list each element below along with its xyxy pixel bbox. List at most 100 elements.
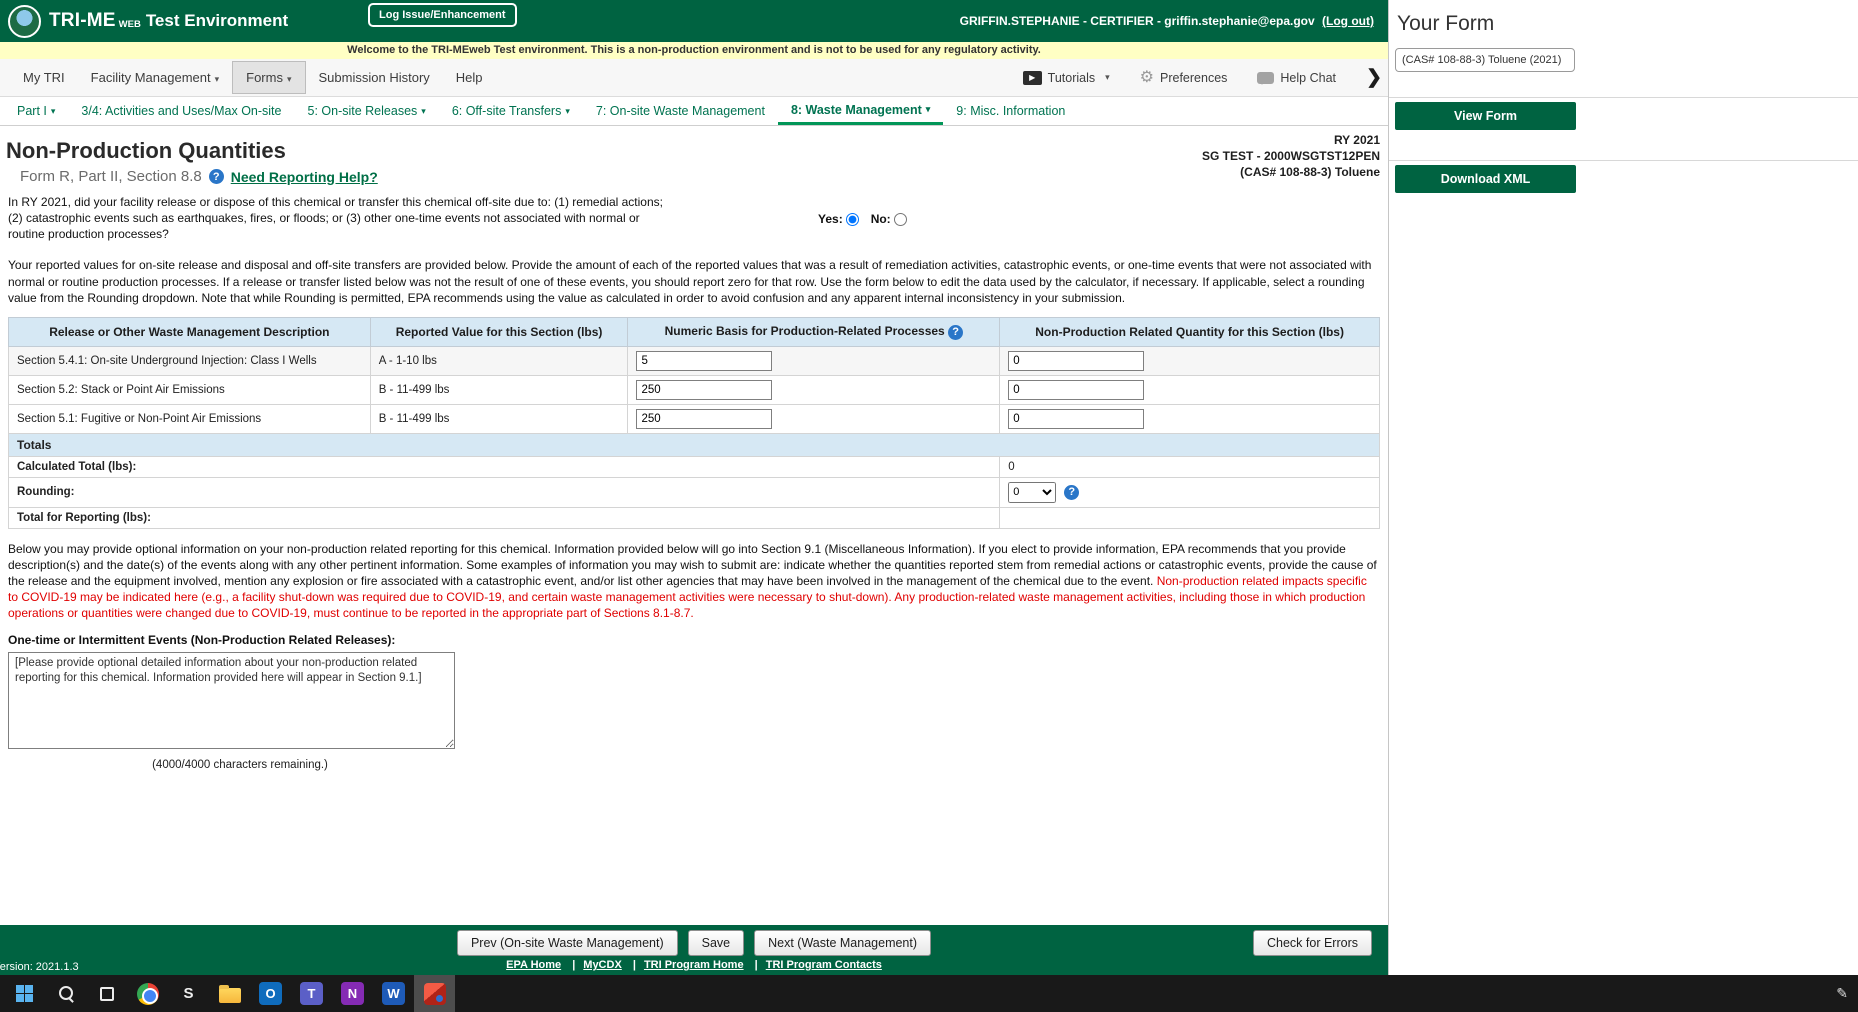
nav-forms[interactable]: Forms▾	[232, 61, 305, 94]
instructions-paragraph: Your reported values for on-site release…	[0, 242, 1388, 306]
total-for-reporting-row: Total for Reporting (lbs):	[9, 507, 1380, 528]
non-production-input[interactable]	[1008, 380, 1144, 400]
onenote-icon: N	[341, 982, 364, 1005]
pen-input-icon[interactable]: ✎	[1836, 985, 1848, 1002]
word-icon: W	[382, 982, 405, 1005]
yes-option: Yes:	[818, 196, 859, 242]
tab-part-1[interactable]: Part I▾	[4, 97, 68, 125]
footer-buttons: Prev (On-site Waste Management) Save Nex…	[0, 925, 1388, 956]
col-header-non-production: Non-Production Related Quantity for this…	[1000, 318, 1380, 347]
row-description: Section 5.2: Stack or Point Air Emission…	[9, 375, 371, 404]
chat-bubble-icon	[1257, 72, 1274, 84]
tab-onsite-releases[interactable]: 5: On-site Releases▾	[295, 97, 439, 125]
row-description: Section 5.1: Fugitive or Non-Point Air E…	[9, 404, 371, 433]
check-for-errors-button[interactable]: Check for Errors	[1253, 930, 1372, 956]
col-header-description: Release or Other Waste Management Descri…	[9, 318, 371, 347]
chrome-icon	[137, 983, 159, 1005]
nav-help[interactable]: Help	[443, 62, 496, 93]
caret-down-icon: ▾	[1105, 72, 1110, 83]
reporting-year: RY 2021	[1202, 132, 1380, 148]
table-row: Section 5.2: Stack or Point Air Emission…	[9, 375, 1380, 404]
active-app-icon	[424, 983, 446, 1005]
taskbar-onenote[interactable]: N	[332, 975, 373, 1012]
tutorials-icon: ▶	[1023, 71, 1042, 85]
page-title: Non-Production Quantities	[6, 138, 1378, 164]
form-select[interactable]: (CAS# 108-88-3) Toluene (2021)	[1395, 48, 1575, 72]
non-production-input[interactable]	[1008, 409, 1144, 429]
caret-down-icon: ▾	[215, 74, 220, 84]
prev-button[interactable]: Prev (On-site Waste Management)	[457, 930, 678, 956]
taskbar-file-explorer[interactable]	[209, 975, 250, 1012]
page-subtitle: Form R, Part II, Section 8.8	[20, 168, 202, 185]
total-for-reporting-value	[1000, 507, 1380, 528]
tab-waste-management[interactable]: 8: Waste Management▾	[778, 97, 943, 125]
tab-misc-information[interactable]: 9: Misc. Information	[943, 97, 1078, 125]
task-view-button[interactable]	[86, 975, 127, 1012]
user-info: GRIFFIN.STEPHANIE - CERTIFIER - griffin.…	[960, 14, 1374, 28]
help-icon[interactable]: ?	[209, 169, 224, 184]
menu-utilities: ▶ Tutorials▾ ⚙ Preferences Help Chat	[1023, 70, 1378, 86]
taskbar-teams[interactable]: T	[291, 975, 332, 1012]
view-form-section: View Form	[1389, 97, 1858, 130]
events-textarea[interactable]	[8, 652, 455, 749]
next-button[interactable]: Next (Waste Management)	[754, 930, 931, 956]
preferences-menu[interactable]: ⚙ Preferences	[1140, 70, 1228, 86]
tab-activities-uses[interactable]: 3/4: Activities and Uses/Max On-site	[68, 97, 294, 125]
non-production-input[interactable]	[1008, 351, 1144, 371]
one-time-events-question: In RY 2021, did your facility release or…	[0, 185, 1388, 242]
table-row: Section 5.1: Fugitive or Non-Point Air E…	[9, 404, 1380, 433]
log-issue-button[interactable]: Log Issue/Enhancement	[368, 3, 517, 27]
help-chat-menu[interactable]: Help Chat	[1257, 71, 1336, 85]
numeric-basis-input[interactable]	[636, 409, 772, 429]
main-content: TRI-ME WEB Test Environment Log Issue/En…	[0, 0, 1388, 975]
start-button[interactable]	[4, 975, 45, 1012]
taskbar-outlook[interactable]: O	[250, 975, 291, 1012]
page-head: Non-Production Quantities Form R, Part I…	[0, 126, 1388, 185]
calculated-total-value: 0	[1000, 456, 1380, 477]
tri-program-home-link[interactable]: TRI Program Home	[644, 959, 744, 971]
nav-my-tri[interactable]: My TRI	[10, 62, 78, 93]
taskbar-search[interactable]	[45, 975, 86, 1012]
chemical-id: (CAS# 108-88-3) Toluene	[1202, 164, 1380, 180]
outlook-icon: O	[259, 982, 282, 1005]
logout-link[interactable]: (Log out)	[1322, 14, 1374, 28]
epa-home-link[interactable]: EPA Home	[506, 959, 561, 971]
view-form-button[interactable]: View Form	[1395, 102, 1576, 130]
tri-program-contacts-link[interactable]: TRI Program Contacts	[766, 959, 882, 971]
help-icon[interactable]: ?	[948, 325, 963, 340]
help-icon[interactable]: ?	[1064, 485, 1079, 500]
collapse-panel-chevron-icon[interactable]: ❯	[1366, 66, 1382, 89]
need-reporting-help-link[interactable]: Need Reporting Help?	[231, 169, 378, 185]
optional-info-paragraph: Below you may provide optional informati…	[0, 529, 1388, 622]
table-header-row: Release or Other Waste Management Descri…	[9, 318, 1380, 347]
your-form-panel: Your Form (CAS# 108-88-3) Toluene (2021)…	[1388, 0, 1858, 975]
tutorials-menu[interactable]: ▶ Tutorials▾	[1023, 71, 1110, 85]
taskbar-s-app[interactable]: S	[168, 975, 209, 1012]
gear-icon: ⚙	[1140, 70, 1154, 86]
save-button[interactable]: Save	[688, 930, 745, 956]
no-radio[interactable]	[894, 213, 907, 226]
nav-facility-management[interactable]: Facility Management▾	[78, 62, 232, 93]
calculated-total-row: Calculated Total (lbs): 0	[9, 456, 1380, 477]
file-explorer-icon	[219, 988, 241, 1003]
epa-logo	[8, 5, 41, 38]
taskbar-chrome[interactable]	[127, 975, 168, 1012]
taskbar-active-app[interactable]	[414, 975, 455, 1012]
question-text: In RY 2021, did your facility release or…	[8, 195, 676, 242]
tab-offsite-transfers[interactable]: 6: Off-site Transfers▾	[439, 97, 583, 125]
caret-down-icon: ▾	[421, 106, 426, 117]
row-reported-value: A - 1-10 lbs	[370, 346, 628, 375]
download-xml-button[interactable]: Download XML	[1395, 165, 1576, 193]
nav-submission-history[interactable]: Submission History	[306, 62, 443, 93]
your-form-title: Your Form	[1389, 0, 1858, 36]
tab-onsite-waste-management[interactable]: 7: On-site Waste Management	[583, 97, 778, 125]
mycdx-link[interactable]: MyCDX	[583, 959, 622, 971]
numeric-basis-input[interactable]	[636, 380, 772, 400]
rounding-select[interactable]: 0	[1008, 482, 1056, 503]
numeric-basis-input[interactable]	[636, 351, 772, 371]
environment-notice: Welcome to the TRI-MEweb Test environmen…	[0, 42, 1388, 59]
yes-radio[interactable]	[846, 213, 859, 226]
totals-label: Totals	[9, 433, 1380, 456]
events-field-label: One-time or Intermittent Events (Non-Pro…	[0, 621, 1388, 647]
taskbar-word[interactable]: W	[373, 975, 414, 1012]
